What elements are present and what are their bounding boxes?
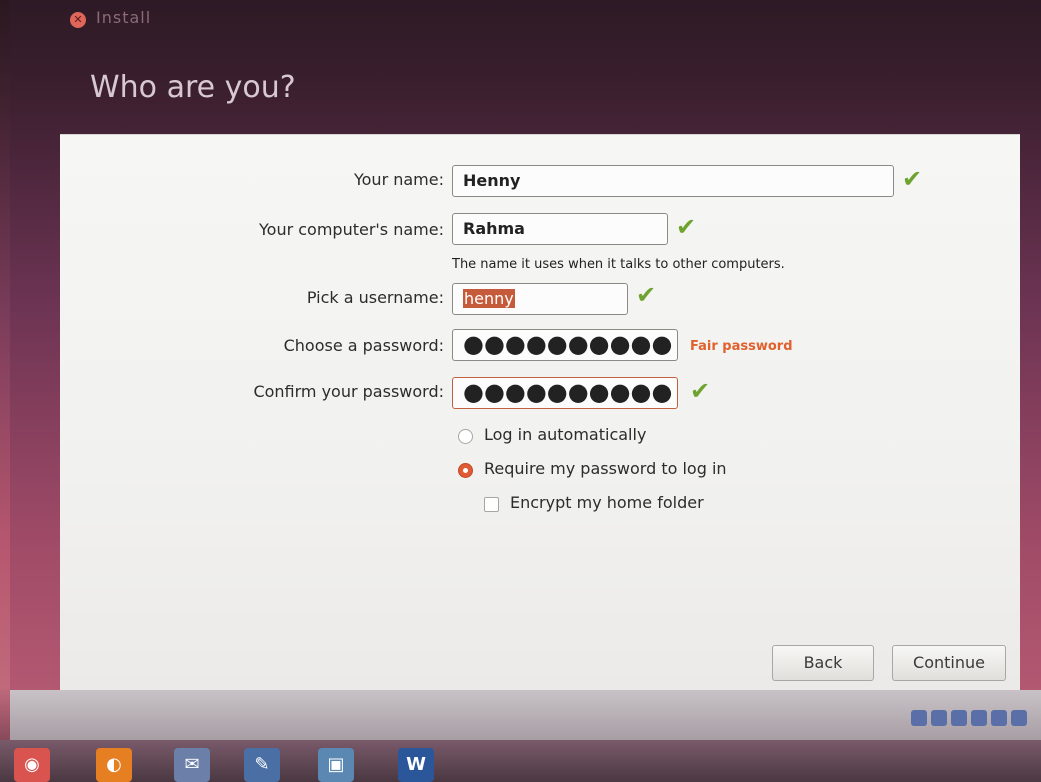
system-tray (911, 710, 1027, 726)
close-icon[interactable]: ✕ (70, 12, 86, 28)
display-icon[interactable] (991, 710, 1007, 726)
require-password-radio[interactable] (458, 463, 473, 478)
network-icon[interactable] (931, 710, 947, 726)
installer-screen: ✕ Install Who are you? Your name: Henny … (10, 0, 1041, 740)
continue-button[interactable]: Continue (892, 645, 1006, 681)
login-auto-label[interactable]: Log in automatically (484, 425, 646, 444)
virtualbox-icon[interactable]: ▣ (318, 748, 354, 782)
host-taskbar: ◉ ◐ ✉ ✎ ▣ W (0, 740, 1041, 782)
paint-icon[interactable]: ✎ (244, 748, 280, 782)
encrypt-home-label[interactable]: Encrypt my home folder (510, 493, 704, 512)
title-bar: ✕ Install (10, 0, 1041, 34)
usb-icon[interactable] (951, 710, 967, 726)
check-icon: ✔ (636, 281, 657, 309)
form-panel: Your name: Henny ✔ Your computer's name:… (60, 134, 1020, 695)
password-row: Choose a password: (60, 329, 444, 363)
username-label: Pick a username: (306, 288, 444, 307)
window-title: Install (96, 8, 152, 27)
back-button[interactable]: Back (772, 645, 874, 681)
mail-icon[interactable]: ✉ (174, 748, 210, 782)
username-row: Pick a username: (60, 281, 444, 315)
chrome-icon[interactable]: ◉ (14, 748, 50, 782)
username-input[interactable]: henny (452, 283, 628, 315)
confirm-password-row: Confirm your password: (60, 375, 444, 409)
your-name-input[interactable]: Henny (452, 165, 894, 197)
shared-folder-icon[interactable] (971, 710, 987, 726)
password-label: Choose a password: (283, 336, 444, 355)
login-auto-radio[interactable] (458, 429, 473, 444)
computer-name-row: Your computer's name: (60, 213, 444, 247)
computer-name-input[interactable]: Rahma (452, 213, 668, 245)
require-password-label[interactable]: Require my password to log in (484, 459, 727, 478)
password-strength: Fair password (690, 339, 793, 354)
page-heading: Who are you? (90, 70, 296, 105)
password-input[interactable]: ●●●●●●●●●● (452, 329, 678, 361)
word-icon[interactable]: W (398, 748, 434, 782)
username-value: henny (463, 289, 515, 308)
check-icon: ✔ (690, 377, 711, 405)
confirm-password-input[interactable]: ●●●●●●●●●● (452, 377, 678, 409)
computer-name-label: Your computer's name: (259, 220, 444, 239)
confirm-password-label: Confirm your password: (253, 382, 444, 401)
disk-icon[interactable] (911, 710, 927, 726)
name-row: Your name: (60, 163, 444, 197)
computer-name-hint: The name it uses when it talks to other … (452, 257, 785, 272)
vm-status-bar (10, 690, 1041, 740)
encrypt-home-checkbox[interactable] (484, 497, 499, 512)
firefox-icon[interactable]: ◐ (96, 748, 132, 782)
check-icon: ✔ (676, 213, 697, 241)
check-icon: ✔ (902, 165, 923, 193)
keyboard-icon[interactable] (1011, 710, 1027, 726)
your-name-label: Your name: (353, 170, 444, 189)
